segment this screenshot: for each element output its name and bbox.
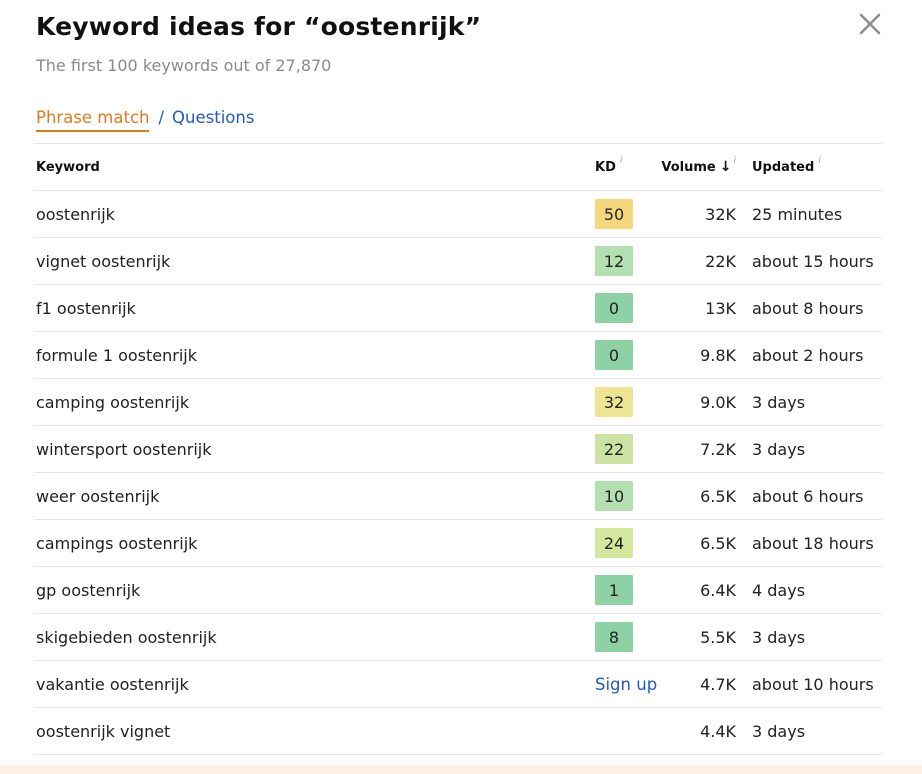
updated-cell: about 2 hours xyxy=(752,345,864,365)
updated-cell: 3 days xyxy=(752,721,806,741)
column-header-keyword[interactable]: Keyword xyxy=(36,144,100,190)
table-row[interactable]: gp oostenrijk 1 6.4K 4 days xyxy=(34,566,882,613)
keyword-cell[interactable]: oostenrijk vignet xyxy=(36,708,170,754)
column-header-kd[interactable]: KD i xyxy=(595,144,622,190)
volume-info-icon[interactable]: i xyxy=(733,156,736,166)
table-row[interactable]: wintersport oostenrijk 22 7.2K 3 days xyxy=(34,425,882,472)
column-header-volume[interactable]: Volume ↓ i xyxy=(634,144,736,190)
kd-badge: 32 xyxy=(595,387,633,417)
keyword-cell[interactable]: campings oostenrijk xyxy=(36,520,197,566)
updated-cell: about 6 hours xyxy=(752,486,864,506)
modal-title: Keyword ideas for “oostenrijk” xyxy=(36,12,482,41)
match-type-tabs: Phrase match / Questions xyxy=(36,108,254,136)
updated-cell: about 15 hours xyxy=(752,251,874,271)
table-row[interactable]: weer oostenrijk 10 6.5K about 6 hours xyxy=(34,472,882,519)
kd-badge: 12 xyxy=(595,246,633,276)
volume-cell: 6.5K xyxy=(700,533,736,553)
volume-cell: 5.5K xyxy=(700,627,736,647)
updated-cell: about 10 hours xyxy=(752,674,874,694)
tab-phrase-match[interactable]: Phrase match xyxy=(36,108,150,132)
column-header-volume-label: Volume xyxy=(661,159,716,175)
kd-cell: 22 xyxy=(595,426,633,472)
volume-cell: 4.7K xyxy=(700,674,736,694)
kd-badge: 1 xyxy=(595,575,633,605)
volume-cell: 32K xyxy=(705,204,736,224)
column-header-kd-label: KD xyxy=(595,159,616,175)
kd-badge: 24 xyxy=(595,528,633,558)
footer-banner-strip xyxy=(0,765,922,774)
column-header-keyword-label: Keyword xyxy=(36,159,100,175)
table-row[interactable]: campings oostenrijk 24 6.5K about 18 hours xyxy=(34,519,882,566)
table-header-row: Keyword KD i Volume ↓ i Updated i xyxy=(34,143,882,190)
close-button[interactable] xyxy=(856,10,884,38)
updated-cell: 3 days xyxy=(752,627,806,647)
keyword-cell[interactable]: oostenrijk xyxy=(36,191,115,237)
close-icon xyxy=(859,13,881,35)
keyword-cell[interactable]: wintersport oostenrijk xyxy=(36,426,212,472)
keyword-cell[interactable]: camping oostenrijk xyxy=(36,379,189,425)
kd-badge: 22 xyxy=(595,434,633,464)
keyword-cell[interactable]: vignet oostenrijk xyxy=(36,238,170,284)
table-row[interactable]: vakantie oostenrijk Sign up 4.7K about 10 h… xyxy=(34,660,882,707)
tab-questions[interactable]: Questions xyxy=(172,108,254,127)
kd-cell: 24 xyxy=(595,520,633,566)
updated-cell: about 8 hours xyxy=(752,298,864,318)
table-row[interactable]: oostenrijk 50 32K 25 minutes xyxy=(34,190,882,237)
volume-cell: 4.4K xyxy=(700,721,736,741)
table-body: oostenrijk 50 32K 25 minutes vignet oostenri… xyxy=(34,190,882,755)
kd-cell: 0 xyxy=(595,332,633,378)
kd-cell: 50 xyxy=(595,191,633,237)
column-header-updated-label: Updated xyxy=(752,159,815,175)
keyword-ideas-modal: Keyword ideas for “oostenrijk” The first… xyxy=(0,0,922,774)
tab-separator: / xyxy=(158,108,165,127)
keyword-cell[interactable]: formule 1 oostenrijk xyxy=(36,332,197,378)
table-row[interactable]: camping oostenrijk 32 9.0K 3 days xyxy=(34,378,882,425)
kd-cell: 10 xyxy=(595,473,633,519)
volume-cell: 7.2K xyxy=(700,439,736,459)
updated-cell: 4 days xyxy=(752,580,806,600)
kd-cell: 12 xyxy=(595,238,633,284)
kd-badge: 0 xyxy=(595,293,633,323)
volume-cell: 22K xyxy=(705,251,736,271)
table-row[interactable]: skigebieden oostenrijk 8 5.5K 3 days xyxy=(34,613,882,660)
keyword-cell[interactable]: weer oostenrijk xyxy=(36,473,159,519)
keyword-table: Keyword KD i Volume ↓ i Updated i oosten… xyxy=(34,143,882,755)
kd-cell: 32 xyxy=(595,379,633,425)
kd-cell: 8 xyxy=(595,614,633,660)
volume-cell: 9.0K xyxy=(700,392,736,412)
kd-badge: 10 xyxy=(595,481,633,511)
kd-badge: 50 xyxy=(595,199,633,229)
updated-cell: 3 days xyxy=(752,439,806,459)
volume-cell: 6.5K xyxy=(700,486,736,506)
kd-badge: 0 xyxy=(595,340,633,370)
keyword-cell[interactable]: gp oostenrijk xyxy=(36,567,140,613)
updated-info-icon[interactable]: i xyxy=(818,156,821,166)
table-row[interactable]: formule 1 oostenrijk 0 9.8K about 2 hours xyxy=(34,331,882,378)
modal-subtitle: The first 100 keywords out of 27,870 xyxy=(36,56,332,75)
volume-cell: 9.8K xyxy=(700,345,736,365)
kd-info-icon[interactable]: i xyxy=(620,156,623,166)
kd-badge: 8 xyxy=(595,622,633,652)
sort-down-arrow-icon: ↓ xyxy=(719,159,732,175)
table-row[interactable]: f1 oostenrijk 0 13K about 8 hours xyxy=(34,284,882,331)
keyword-cell[interactable]: skigebieden oostenrijk xyxy=(36,614,217,660)
column-header-updated[interactable]: Updated i xyxy=(752,144,821,190)
volume-cell: 13K xyxy=(705,298,736,318)
keyword-cell[interactable]: f1 oostenrijk xyxy=(36,285,136,331)
kd-cell: 0 xyxy=(595,285,633,331)
keyword-cell[interactable]: vakantie oostenrijk xyxy=(36,661,189,707)
table-row[interactable]: vignet oostenrijk 12 22K about 15 hours xyxy=(34,237,882,284)
updated-cell: 25 minutes xyxy=(752,204,843,224)
volume-cell: 6.4K xyxy=(700,580,736,600)
updated-cell: about 18 hours xyxy=(752,533,874,553)
kd-cell: 1 xyxy=(595,567,633,613)
table-row[interactable]: oostenrijk vignet 4.4K 3 days xyxy=(34,707,882,755)
updated-cell: 3 days xyxy=(752,392,806,412)
